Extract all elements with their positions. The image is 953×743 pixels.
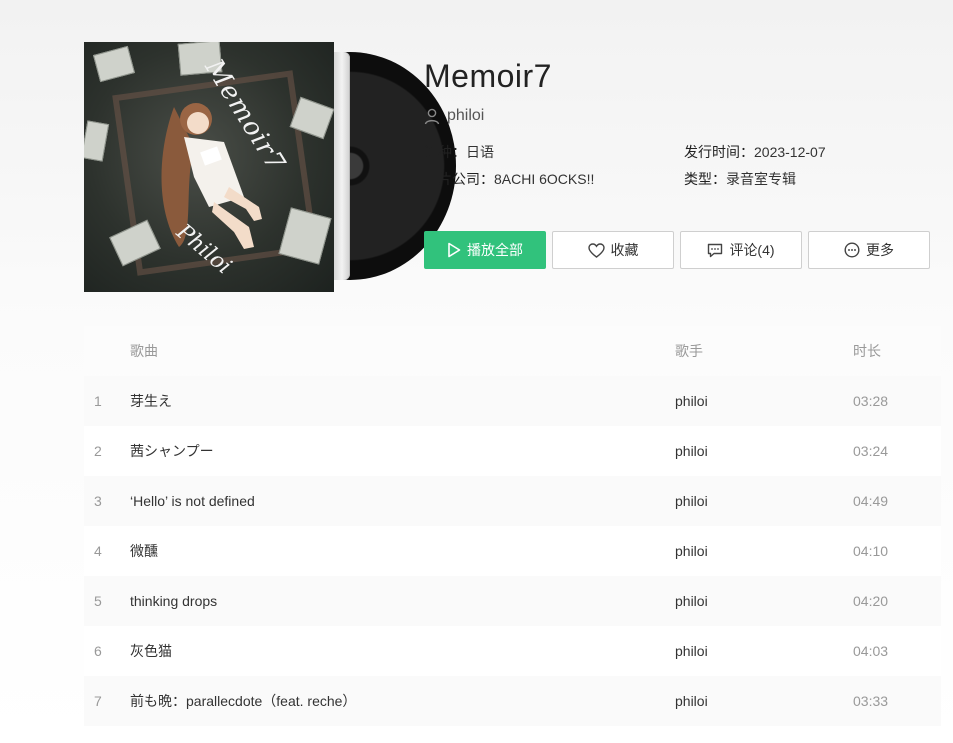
comment-icon — [707, 243, 723, 258]
track-duration: 04:20 — [853, 593, 889, 609]
track-index: 6 — [94, 643, 102, 659]
language-value: 日语 — [466, 144, 494, 160]
track-duration: 03:28 — [853, 393, 889, 409]
more-button[interactable]: 更多 — [808, 231, 930, 269]
more-icon — [844, 242, 860, 258]
track-index: 3 — [94, 493, 102, 509]
release-info: 发行时间：2023-12-07 — [684, 142, 826, 162]
user-icon — [424, 108, 440, 125]
album-title: Memoir7 — [424, 58, 552, 94]
vinyl-sleeve — [334, 52, 350, 280]
cover-envelope — [84, 120, 110, 162]
favorite-label: 收藏 — [610, 242, 639, 258]
table-row[interactable]: 5 thinking drops philoi 04:20 — [84, 576, 941, 626]
comment-label: 评论(4) — [729, 242, 775, 258]
table-row[interactable]: 1 芽生え philoi 03:28 — [84, 376, 941, 426]
album-artist[interactable]: philoi — [424, 107, 484, 125]
track-duration: 03:24 — [853, 443, 889, 459]
header-duration: 时长 — [853, 343, 881, 359]
type-info: 类型：录音室专辑 — [684, 169, 796, 189]
track-title[interactable]: ‘Hello’ is not defined — [130, 493, 675, 509]
track-title[interactable]: 芽生え — [130, 391, 675, 411]
album-cover[interactable]: Memoir7 Philoi — [84, 42, 334, 292]
type-label: 类型： — [684, 171, 726, 187]
cover-envelope — [92, 45, 136, 83]
company-info: 唱片公司：8ACHI 6OCKS!! — [424, 169, 594, 189]
track-title[interactable]: thinking drops — [130, 593, 675, 609]
table-body: 1 芽生え philoi 03:28 2 茜シャンプー philoi 03:24… — [84, 376, 941, 726]
track-duration: 04:10 — [853, 543, 889, 559]
play-all-label: 播放全部 — [467, 242, 523, 258]
track-singer[interactable]: philoi — [675, 493, 853, 509]
track-duration: 04:03 — [853, 643, 889, 659]
track-singer[interactable]: philoi — [675, 643, 853, 659]
more-label: 更多 — [866, 242, 894, 258]
header-song: 歌曲 — [130, 343, 158, 359]
track-index: 7 — [94, 693, 102, 709]
track-singer[interactable]: philoi — [675, 693, 853, 709]
track-duration: 04:49 — [853, 493, 889, 509]
track-singer[interactable]: philoi — [675, 593, 853, 609]
company-value[interactable]: 8ACHI 6OCKS!! — [494, 171, 594, 187]
track-index: 4 — [94, 543, 102, 559]
heart-icon — [587, 242, 605, 258]
comment-button[interactable]: 评论(4) — [680, 231, 802, 269]
album-cover-area: Memoir7 Philoi — [84, 42, 456, 292]
company-label: 唱片公司： — [424, 171, 494, 187]
header-singer: 歌手 — [675, 343, 703, 359]
track-singer[interactable]: philoi — [675, 543, 853, 559]
track-index: 2 — [94, 443, 102, 459]
type-value: 录音室专辑 — [726, 171, 796, 187]
table-row[interactable]: 4 微醺 philoi 04:10 — [84, 526, 941, 576]
track-singer[interactable]: philoi — [675, 443, 853, 459]
track-title[interactable]: 灰色猫 — [130, 641, 675, 661]
table-row[interactable]: 7 前も晩：parallecdote（feat. reche） philoi 0… — [84, 676, 941, 726]
favorite-button[interactable]: 收藏 — [552, 231, 674, 269]
track-table: 歌曲 歌手 时长 1 芽生え philoi 03:28 2 茜シャンプー phi… — [84, 326, 941, 726]
track-index: 1 — [94, 393, 102, 409]
album-artist-name[interactable]: philoi — [447, 107, 484, 125]
play-all-button[interactable]: 播放全部 — [424, 231, 546, 269]
track-title[interactable]: 茜シャンプー — [130, 441, 675, 461]
release-date: 2023-12-07 — [754, 144, 826, 160]
table-row[interactable]: 2 茜シャンプー philoi 03:24 — [84, 426, 941, 476]
track-singer[interactable]: philoi — [675, 393, 853, 409]
table-header: 歌曲 歌手 时长 — [84, 326, 941, 376]
table-row[interactable]: 6 灰色猫 philoi 04:03 — [84, 626, 941, 676]
language-label: 语种： — [424, 144, 466, 160]
track-title[interactable]: 微醺 — [130, 541, 675, 561]
language-info: 语种：日语 — [424, 142, 494, 162]
table-row[interactable]: 3 ‘Hello’ is not defined philoi 04:49 — [84, 476, 941, 526]
play-icon — [447, 242, 461, 258]
track-duration: 03:33 — [853, 693, 889, 709]
release-label: 发行时间： — [684, 144, 754, 160]
track-title[interactable]: 前も晩：parallecdote（feat. reche） — [130, 691, 675, 711]
track-index: 5 — [94, 593, 102, 609]
